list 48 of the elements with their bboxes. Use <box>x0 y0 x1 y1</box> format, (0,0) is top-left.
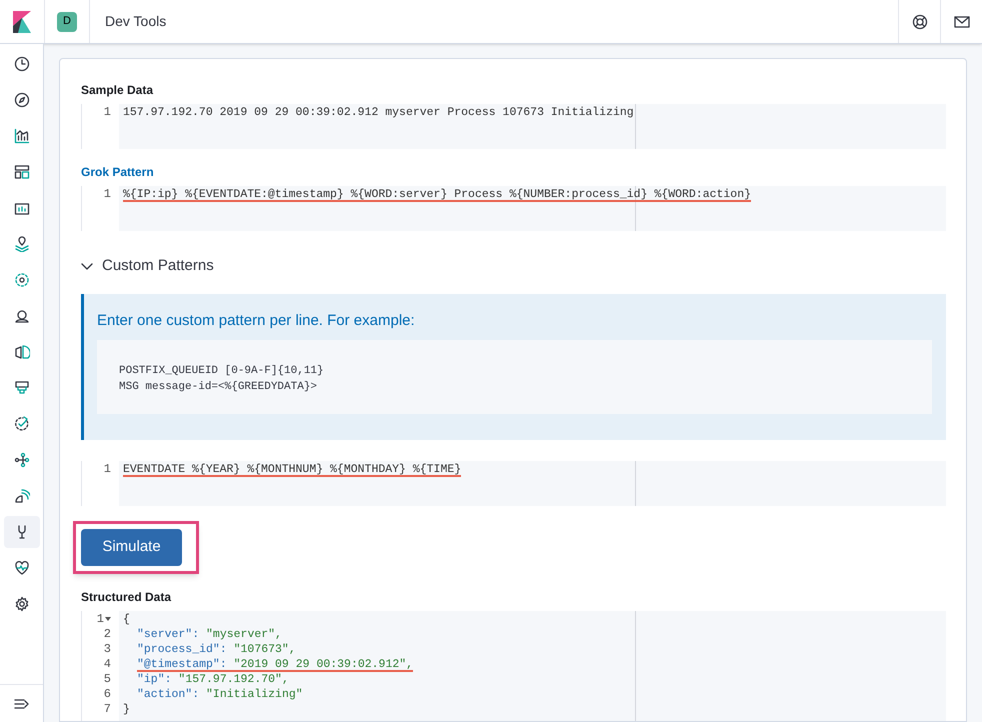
graph-nodes-icon <box>14 452 30 468</box>
code-line: "@timestamp": "2019 09 29 00:39:02.912", <box>137 656 414 672</box>
code-line: "ip": "157.97.192.70", <box>137 672 289 686</box>
line-number: 1 <box>104 187 111 202</box>
clock-icon <box>14 56 30 72</box>
logo-icon[interactable] <box>13 10 31 32</box>
code-line: 157.97.192.70 2019 09 29 00:39:02.912 myserver Process 107673 Initializing <box>123 105 634 120</box>
line-number: 4 <box>104 656 111 672</box>
example-code: POSTFIX_QUEUEID [0-9A-F]{10,11} MSG message-id=<%{GREEDYDATA}> <box>97 340 932 414</box>
collapse-menu-icon[interactable] <box>14 698 30 710</box>
bar-chart-icon <box>14 128 30 144</box>
mail-icon[interactable] <box>954 16 970 28</box>
section-label: Sample Data <box>81 82 154 99</box>
page-title: Dev Tools <box>105 12 168 31</box>
code-line: "process_id": "107673", <box>137 642 296 656</box>
space-avatar[interactable]: D <box>57 12 77 32</box>
line-number: 5 <box>104 672 111 686</box>
compass-icon <box>14 92 30 108</box>
line-number: 6 <box>104 686 111 702</box>
line-number: 1 <box>104 105 111 120</box>
code-line: { <box>123 612 130 626</box>
callout-title: Enter one custom pattern per line. For example: <box>97 310 416 330</box>
settings-icon <box>14 596 30 612</box>
dashboard-icon <box>14 164 30 180</box>
line-number: 1 <box>104 462 111 476</box>
code-line: EVENTDATE %{YEAR} %{MONTHNUM} %{MONTHDAY} %{TIME} <box>123 462 462 476</box>
code-line: "server": "myserver", <box>137 626 282 642</box>
heartbeat-icon <box>14 560 30 576</box>
signal-icon <box>14 488 30 504</box>
monitor-icon <box>14 380 30 396</box>
accordion-toggle[interactable]: Custom Patterns <box>81 255 946 278</box>
section-label: Grok Pattern <box>81 164 155 181</box>
section-label: Structured Data <box>81 588 172 606</box>
help-icon[interactable] <box>912 14 928 30</box>
code-line: "action": "Initializing" <box>137 686 303 702</box>
chart-shape-icon <box>14 344 30 360</box>
line-number: 1 <box>96 612 111 626</box>
line-number: 7 <box>104 702 111 716</box>
map-pin-icon <box>14 236 30 252</box>
simulate-button[interactable]: Simulate <box>81 528 182 566</box>
uptime-icon <box>14 416 30 432</box>
line-number: 2 <box>104 626 111 642</box>
person-icon <box>14 308 30 324</box>
code-line: %{IP:ip} %{EVENTDATE:@timestamp} %{WORD:server} Process %{NUMBER:process_id} %{WORD:action} <box>123 187 752 202</box>
line-number: 3 <box>104 642 111 656</box>
dotted-circle-icon <box>14 272 30 288</box>
sidebar-item[interactable] <box>4 516 40 548</box>
code-line: } <box>123 702 130 716</box>
